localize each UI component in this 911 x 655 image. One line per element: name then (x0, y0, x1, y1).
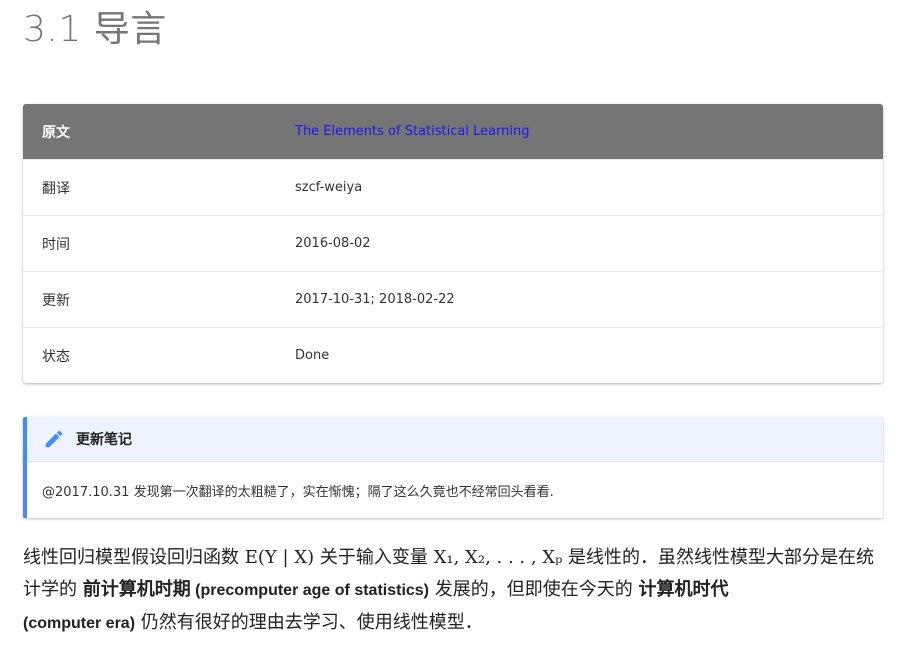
term-computer-era-en: (computer era) (23, 615, 136, 632)
info-row-updated: 更新 2017-10-31; 2018-02-22 (23, 271, 883, 327)
info-key-status: 状态 (42, 348, 70, 365)
term-precomputer-age: 前计算机时期 (82, 579, 191, 600)
info-row-date: 时间 2016-08-02 (23, 215, 883, 271)
paragraph-text-2: 关于输入变量 (314, 547, 434, 568)
math-regression-function: E(Y | X) (244, 547, 315, 568)
info-value-status: Done (295, 348, 330, 363)
info-table-header: 原文 The Elements of Statistical Learning (23, 104, 883, 159)
info-key-date: 时间 (42, 236, 70, 253)
paragraph-text-4: 发展的，但即使在今天的 (429, 579, 639, 600)
term-computer-era: 计算机时代 (638, 579, 729, 600)
info-key-updated: 更新 (42, 292, 70, 309)
admonition-title-text: 更新笔记 (76, 432, 132, 448)
update-note-admonition: 更新笔记 @2017.10.31 发现第一次翻译的太粗糙了，实在惭愧；隔了这么久… (23, 417, 883, 518)
intro-paragraph: 线性回归模型假设回归函数 E(Y | X) 关于输入变量 X₁, X₂, . .… (23, 542, 883, 640)
info-key-translator: 翻译 (42, 180, 70, 197)
paragraph-text-1: 线性回归模型假设回归函数 (23, 547, 245, 568)
info-value-original: The Elements of Statistical Learning (295, 124, 883, 139)
info-value-translator: szcf-weiya (295, 180, 363, 195)
admonition-body: @2017.10.31 发现第一次翻译的太粗糙了，实在惭愧；隔了这么久竟也不经常… (42, 484, 554, 500)
info-row-status: 状态 Done (23, 327, 883, 383)
term-precomputer-age-en: (precomputer age of statistics) (190, 582, 430, 599)
info-key-original: 原文 (42, 124, 70, 141)
info-table: 原文 The Elements of Statistical Learning … (23, 104, 883, 383)
info-row-translator: 翻译 szcf-weiya (23, 159, 883, 215)
admonition-title: 更新笔记 (27, 417, 883, 462)
info-value-updated: 2017-10-31; 2018-02-22 (295, 292, 455, 307)
pencil-icon (43, 428, 65, 450)
original-source-link[interactable]: The Elements of Statistical Learning (295, 124, 530, 139)
page-title: 3.1 导言 (23, 9, 167, 50)
info-value-date: 2016-08-02 (295, 236, 371, 251)
math-input-variables: X₁, X₂, . . . , Xₚ (433, 547, 563, 568)
paragraph-text-5: 仍然有很好的理由去学习、使用线性模型． (135, 612, 483, 633)
